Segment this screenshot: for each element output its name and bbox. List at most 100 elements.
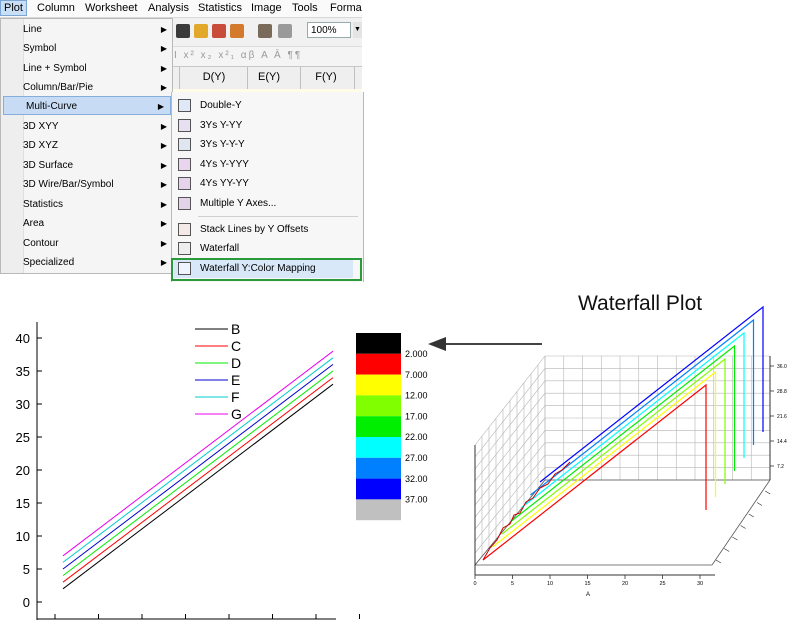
waterfall-series-line [501,357,726,535]
multiple-y-axes-icon [178,196,191,210]
x-axis-label-3d: A [586,592,590,598]
zoom-dropdown-icon[interactable]: ▼ [353,22,362,38]
copy-page-icon[interactable] [258,24,272,38]
color-scale-label: 17.00 [405,411,428,421]
waterfall-front-trace [482,461,571,561]
submenu-arrow-icon: ▶ [160,219,167,228]
x-tick-label-3d: 10 [547,581,553,587]
menu-tools[interactable]: Tools [292,2,318,14]
grid-line [474,442,546,530]
column-header-d[interactable]: D(Y) [193,71,235,83]
recalculate-icon[interactable] [278,24,292,38]
submenu-arrow-icon: ▶ [160,180,167,189]
menu-item-3ys-y-y-y[interactable]: 3Ys Y-Y-Y [178,136,245,154]
color-scale-label: 12.00 [405,391,428,401]
color-scale-label: 2.000 [405,349,428,359]
menu-statistics[interactable]: Statistics [198,2,242,14]
color-scale-cell [356,457,401,479]
menu-item-4ys-y-yyy[interactable]: 4Ys Y-YYY [178,156,249,174]
color-scale-label: 32.00 [405,474,428,484]
line-chart: 0 5 10 15 20 25 30 35 40 BCDEFG [16,321,360,620]
submenu-arrow-icon: ▶ [160,161,167,170]
menu-image[interactable]: Image [251,2,282,14]
series-line-f [62,357,334,563]
series-line-e [62,364,334,570]
x-tick-label-3d: 30 [697,581,703,587]
color-scale-cell [356,437,401,458]
format-toolbar: I x² x₂ x²₁ αβ A Ā ¶¶ [170,47,362,67]
x-tick-label-3d: 15 [584,581,590,587]
import-excel-icon[interactable] [230,24,244,38]
color-scale-cell [356,353,401,375]
plot-menu-column-bar-pie[interactable]: Column/Bar/Pie ▶ [23,78,173,97]
import-multiple-icon[interactable] [212,24,226,38]
waterfall-series-line [511,344,736,522]
color-scale: 2.000 7.000 12.00 17.00 22.00 27.00 32.00 37.00 [356,333,428,521]
menu-format[interactable]: Forma [330,2,362,14]
menu-item-4ys-yy-yy[interactable]: 4Ys YY-YY [178,175,249,193]
plot-menu-line[interactable]: Line ▶ [23,20,173,39]
plot-menu-3d-xyy[interactable]: 3D XYY ▶ [23,117,173,136]
plot-menu-3d-wire-bar-symbol[interactable]: 3D Wire/Bar/Symbol ▶ [23,175,173,194]
column-header-f[interactable]: F(Y) [305,71,347,83]
submenu-arrow-icon: ▶ [157,102,164,111]
depth-tick [732,536,738,541]
menu-worksheet[interactable]: Worksheet [85,2,137,14]
menu-plot[interactable]: Plot [0,0,27,16]
format-toolbar-buttons[interactable]: I x² x₂ x²₁ αβ A Ā ¶¶ [174,50,302,61]
grid-line [474,417,546,506]
waterfall-series-line [492,370,717,548]
menu-item-double-y[interactable]: Double-Y [178,97,242,115]
grid-line [474,368,546,458]
menu-column[interactable]: Column [37,2,75,14]
plot-menu-area[interactable]: Area ▶ [23,214,173,233]
menu-analysis[interactable]: Analysis [148,2,189,14]
toolbar: 100% ▼ [170,18,362,47]
series-line-c [62,377,334,583]
z-tick-label: 14.4 [777,439,787,445]
waterfall-plot-title: Waterfall Plot [578,292,703,315]
y-tick-label: 25 [16,430,30,445]
submenu-arrow-icon: ▶ [160,258,167,267]
import-icon[interactable] [194,24,208,38]
grid-line [474,355,546,446]
grid-line [474,455,546,542]
color-scale-cell [356,416,401,437]
menu-bar: Plot Column Worksheet Analysis Statistic… [0,0,362,18]
plot-menu-3d-surface[interactable]: 3D Surface ▶ [23,156,173,175]
waterfall-series-line [520,331,745,509]
z-tick-label: 21.6 [777,414,787,420]
y-tick-label: 5 [23,562,30,577]
grid-line [474,380,546,470]
save-icon[interactable] [176,24,190,38]
zoom-combo[interactable]: 100% [307,22,351,38]
legend-label: B [231,321,240,337]
plot-menu-multi-curve[interactable]: Multi-Curve ▶ [3,96,171,115]
x-tick-label-3d: 5 [511,581,514,587]
column-header-e[interactable]: E(Y) [248,71,290,83]
plot-menu-symbol[interactable]: Symbol ▶ [23,39,173,58]
plot-menu-3d-xyz[interactable]: 3D XYZ ▶ [23,136,173,155]
menu-item-3ys-y-yy[interactable]: 3Ys Y-YY [178,117,242,135]
color-scale-label: 22.00 [405,432,428,442]
legend-label: E [231,372,240,388]
color-scale-label: 37.00 [405,495,428,505]
legend-label: D [231,355,241,371]
depth-tick [740,525,746,529]
plot-menu-contour[interactable]: Contour ▶ [23,234,173,253]
x-tick-label-3d: 25 [659,581,665,587]
submenu-arrow-icon: ▶ [160,239,167,248]
plot-menu-statistics[interactable]: Statistics ▶ [23,195,173,214]
waterfall-series-line [482,383,707,561]
plot-menu-specialized[interactable]: Specialized ▶ [23,253,173,272]
menu-item-multiple-y-axes[interactable]: Multiple Y Axes... [178,195,276,213]
waterfall-icon [178,241,191,255]
3ys-y-y-y-icon [178,137,191,151]
menu-item-stack-lines[interactable]: Stack Lines by Y Offsets [178,221,308,239]
menu-item-waterfall[interactable]: Waterfall [178,240,239,258]
z-tick-label: 36.0 [777,364,787,370]
color-scale-label: 7.000 [405,370,428,380]
plot-menu-line-symbol[interactable]: Line + Symbol ▶ [23,59,173,78]
submenu-arrow-icon: ▶ [160,200,167,209]
double-y-icon [178,98,191,112]
